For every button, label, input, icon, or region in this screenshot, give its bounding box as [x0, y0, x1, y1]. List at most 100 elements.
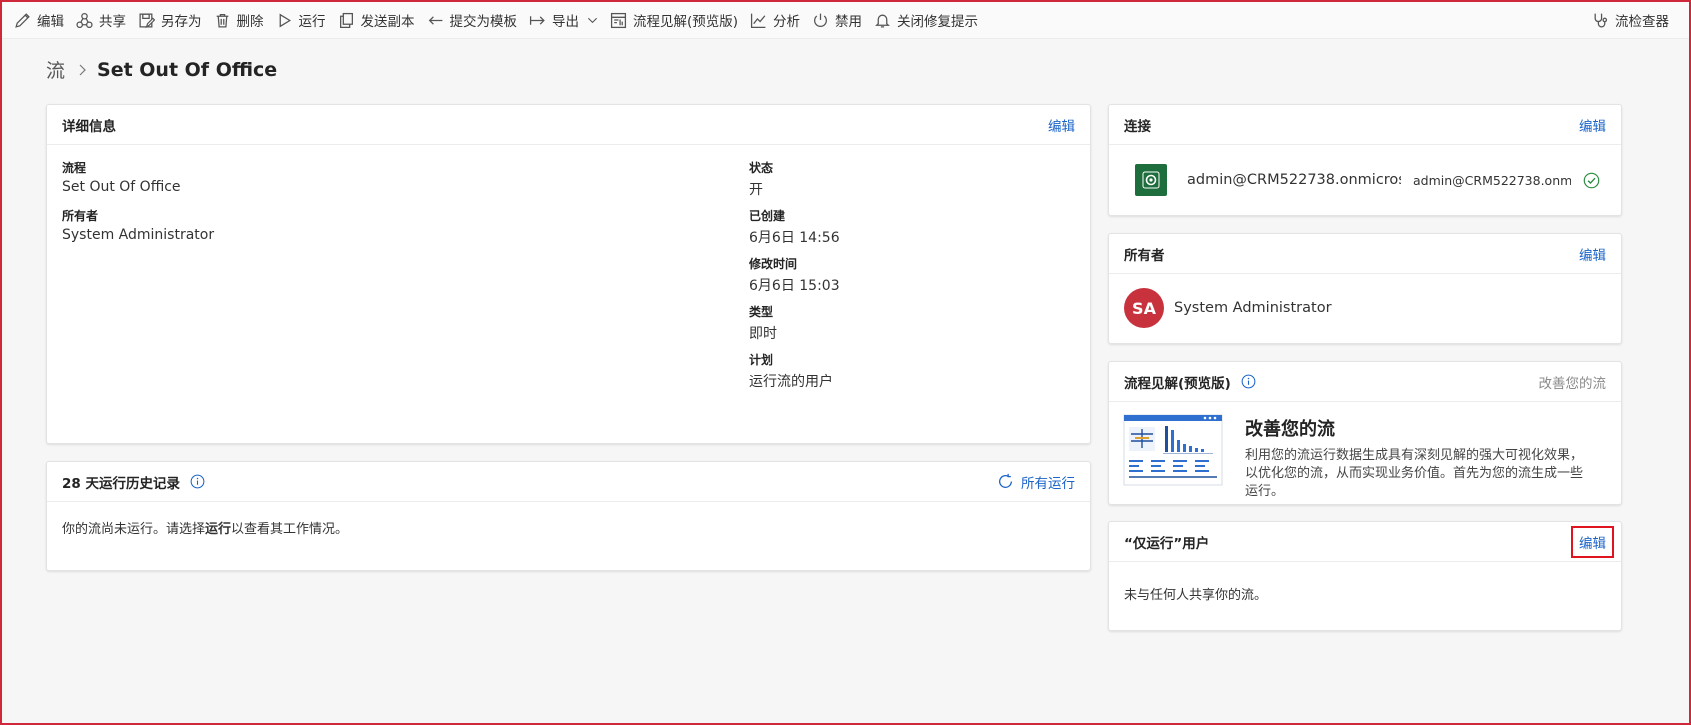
insights-description: 利用您的流运行数据生成具有深刻见解的强大可视化效果，以优化您的流，从而实现业务价…: [1245, 448, 1584, 499]
send-copy-label: 发送副本: [360, 14, 415, 30]
connection-name: admin@CRM522738.onmicrosoft.com: [1187, 172, 1401, 188]
run-button[interactable]: 运行: [270, 2, 332, 38]
status-value: 开: [749, 182, 763, 198]
connection-row[interactable]: admin@CRM522738.onmicrosoft.com admin@CR…: [1109, 145, 1621, 215]
insights-title: 流程见解(预览版): [1124, 375, 1231, 392]
flow-checker-label: 流检查器: [1615, 14, 1669, 30]
type-field: 类型 即时: [749, 303, 777, 343]
export-icon: [529, 15, 545, 25]
improve-flow-link[interactable]: 改善您的流: [1539, 372, 1607, 392]
insights-title-wrap: 流程见解(预览版): [1124, 372, 1256, 392]
pencil-icon: [15, 12, 30, 28]
submit-template-button[interactable]: 提交为模板: [421, 2, 524, 38]
plan-field: 计划 运行流的用户: [749, 351, 833, 391]
run-only-users-header: “仅运行”用户 编辑: [1109, 522, 1621, 562]
edit-button[interactable]: 编辑: [2, 2, 70, 38]
breadcrumb: 流 Set Out Of Office: [46, 56, 277, 83]
connection-account: admin@CRM522738.onmicrosoft.com: [1413, 172, 1571, 188]
run-only-users-title: “仅运行”用户: [1124, 535, 1210, 552]
flow-name-label: 流程: [62, 161, 87, 175]
insights-label: 流程见解(预览版): [633, 14, 739, 30]
type-value: 即时: [749, 326, 777, 342]
status-label: 状态: [749, 161, 774, 175]
copy-icon: [339, 12, 353, 28]
save-as-icon: [139, 12, 155, 28]
created-label: 已创建: [749, 209, 786, 223]
details-edit-link[interactable]: 编辑: [1048, 115, 1075, 135]
insights-button[interactable]: 流程见解(预览版): [604, 2, 744, 38]
avatar: SA: [1124, 288, 1164, 328]
breadcrumb-flows-link[interactable]: 流: [46, 56, 65, 83]
owner-value: System Administrator: [62, 227, 215, 243]
export-label: 导出: [552, 14, 579, 30]
run-label: 运行: [298, 14, 326, 30]
all-runs-link[interactable]: 所有运行: [997, 472, 1075, 492]
dataverse-connector-icon: [1135, 164, 1167, 196]
details-title: 详细信息: [62, 118, 116, 135]
check-circle-icon: [1583, 172, 1600, 188]
owners-header: 所有者 编辑: [1109, 234, 1621, 274]
owners-title: 所有者: [1124, 247, 1165, 264]
owner-row: SA System Administrator: [1109, 274, 1621, 342]
run-only-users-card: “仅运行”用户 编辑 未与任何人共享你的流。: [1108, 521, 1622, 631]
insights-header: 流程见解(预览版) 改善您的流: [1109, 362, 1621, 402]
run-history-message: 你的流尚未运行。请选择运行以查看其工作情况。: [47, 502, 1090, 553]
insights-card: 流程见解(预览版) 改善您的流 改善您的流 利用您的流运行数据生成具有深刻见解的…: [1108, 361, 1622, 505]
share-button[interactable]: 共享: [70, 2, 132, 38]
save-as-label: 另存为: [161, 14, 202, 30]
modified-label: 修改时间: [749, 257, 798, 271]
analytics-icon: [751, 13, 766, 28]
details-header: 详细信息 编辑: [47, 105, 1090, 145]
owner-name: System Administrator: [1174, 300, 1332, 316]
save-as-button[interactable]: 另存为: [132, 2, 208, 38]
delete-label: 删除: [236, 14, 264, 30]
modified-value: 6月6日 15:03: [749, 278, 840, 294]
connections-header: 连接 编辑: [1109, 105, 1621, 145]
created-value: 6月6日 14:56: [749, 230, 840, 246]
command-bar: 编辑 共享 另存为 删除 运行 发送副本 提交为模板 导出 流程见解(预览版) …: [2, 2, 1689, 39]
owner-field: 所有者 System Administrator: [62, 207, 214, 243]
run-history-msg-after: 以查看其工作情况。: [231, 522, 349, 537]
owner-label: 所有者: [62, 209, 99, 223]
status-field: 状态 开: [749, 159, 773, 199]
stethoscope-icon: [1594, 13, 1608, 27]
insights-text: 改善您的流 利用您的流运行数据生成具有深刻见解的强大可视化效果，以优化您的流，从…: [1245, 414, 1590, 501]
insights-heading: 改善您的流: [1245, 419, 1335, 440]
plan-value: 运行流的用户: [749, 374, 833, 390]
disable-label: 禁用: [835, 14, 863, 30]
run-only-users-message: 未与任何人共享你的流。: [1124, 588, 1268, 603]
insights-body: 改善您的流 利用您的流运行数据生成具有深刻见解的强大可视化效果，以优化您的流，从…: [1109, 402, 1621, 513]
send-copy-button[interactable]: 发送副本: [332, 2, 421, 38]
run-history-title-wrap: 28 天运行历史记录: [62, 472, 205, 492]
details-card: 详细信息 编辑 流程 Set Out Of Office 所有者 System …: [46, 104, 1091, 444]
info-icon[interactable]: [1241, 374, 1256, 389]
owners-edit-link[interactable]: 编辑: [1579, 244, 1606, 264]
info-icon[interactable]: [190, 474, 205, 489]
chevron-down-icon: [587, 17, 598, 23]
type-label: 类型: [749, 305, 774, 319]
owners-card: 所有者 编辑 SA System Administrator: [1108, 233, 1622, 344]
export-button[interactable]: 导出: [523, 2, 604, 38]
arrow-left-icon: [428, 15, 442, 25]
delete-button[interactable]: 删除: [208, 2, 270, 38]
connections-edit-link[interactable]: 编辑: [1579, 115, 1606, 135]
connections-card: 连接 编辑 admin@CRM522738.onmicrosoft.com ad…: [1108, 104, 1622, 216]
insights-icon: [610, 12, 627, 28]
insights-illustration-icon: [1123, 414, 1223, 486]
close-fix-tips-button[interactable]: 关闭修复提示: [868, 2, 984, 38]
close-fix-tips-label: 关闭修复提示: [897, 14, 979, 30]
share-icon: [76, 12, 93, 28]
created-field: 已创建 6月6日 14:56: [749, 207, 840, 247]
run-history-title: 28 天运行历史记录: [62, 475, 180, 492]
run-only-users-edit-link[interactable]: 编辑: [1571, 525, 1614, 558]
bell-icon: [875, 14, 890, 28]
flow-checker-button[interactable]: 流检查器: [1586, 2, 1675, 38]
plan-label: 计划: [749, 353, 774, 367]
edit-label: 编辑: [37, 14, 64, 30]
analytics-button[interactable]: 分析: [744, 2, 806, 38]
connections-title: 连接: [1124, 118, 1151, 135]
disable-button[interactable]: 禁用: [806, 2, 868, 38]
power-icon: [814, 13, 827, 27]
modified-field: 修改时间 6月6日 15:03: [749, 255, 840, 295]
share-label: 共享: [99, 14, 126, 30]
